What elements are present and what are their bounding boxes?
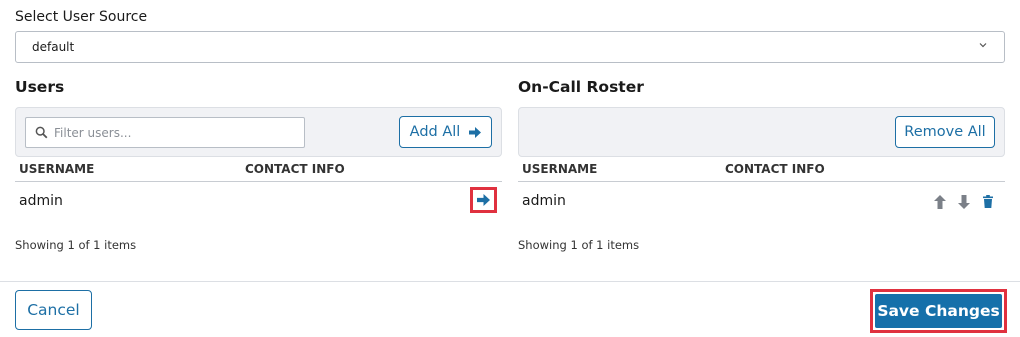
save-changes-highlight: Save Changes	[870, 289, 1007, 333]
trash-icon[interactable]	[982, 195, 994, 209]
roster-item-count: Showing 1 of 1 items	[518, 238, 640, 252]
arrow-right-icon	[469, 126, 482, 138]
user-username: admin	[19, 193, 63, 209]
add-user-button[interactable]	[470, 187, 497, 213]
cancel-label: Cancel	[27, 301, 80, 319]
remove-all-button[interactable]: Remove All	[895, 116, 995, 148]
roster-table-header: USERNAME CONTACT INFO	[518, 160, 1005, 182]
table-row: admin	[15, 182, 502, 220]
users-col-username: USERNAME	[19, 162, 95, 176]
arrow-down-icon[interactable]	[958, 195, 970, 209]
roster-col-contact: CONTACT INFO	[725, 162, 825, 176]
remove-all-label: Remove All	[904, 124, 986, 140]
users-col-contact: CONTACT INFO	[245, 162, 345, 176]
user-source-select[interactable]: default	[15, 31, 1005, 63]
footer-divider	[0, 281, 1020, 282]
filter-users-input[interactable]: Filter users...	[25, 117, 305, 148]
add-all-label: Add All	[409, 124, 461, 140]
users-panel: Users Filter users... Add All USERNAME C…	[15, 78, 502, 252]
arrow-up-icon[interactable]	[934, 195, 946, 209]
add-all-button[interactable]: Add All	[399, 116, 492, 148]
users-item-count: Showing 1 of 1 items	[15, 238, 137, 252]
table-row: admin	[518, 182, 1005, 220]
save-changes-label: Save Changes	[877, 302, 1000, 320]
cancel-button[interactable]: Cancel	[15, 290, 92, 330]
filter-users-placeholder: Filter users...	[54, 126, 132, 140]
user-source-value: default	[32, 40, 75, 54]
roster-title: On-Call Roster	[518, 78, 644, 96]
save-changes-button[interactable]: Save Changes	[875, 294, 1002, 328]
arrow-right-icon	[477, 194, 490, 206]
users-table-header: USERNAME CONTACT INFO	[15, 160, 502, 182]
roster-col-username: USERNAME	[522, 162, 598, 176]
users-toolbar: Filter users... Add All	[15, 107, 502, 157]
roster-toolbar: Remove All	[518, 107, 1005, 157]
users-title: Users	[15, 78, 65, 96]
search-icon	[35, 126, 48, 139]
user-source-label: Select User Source	[15, 9, 148, 25]
roster-username: admin	[522, 193, 566, 209]
chevron-down-icon	[979, 43, 987, 48]
roster-panel: On-Call Roster Remove All USERNAME CONTA…	[518, 78, 1005, 252]
